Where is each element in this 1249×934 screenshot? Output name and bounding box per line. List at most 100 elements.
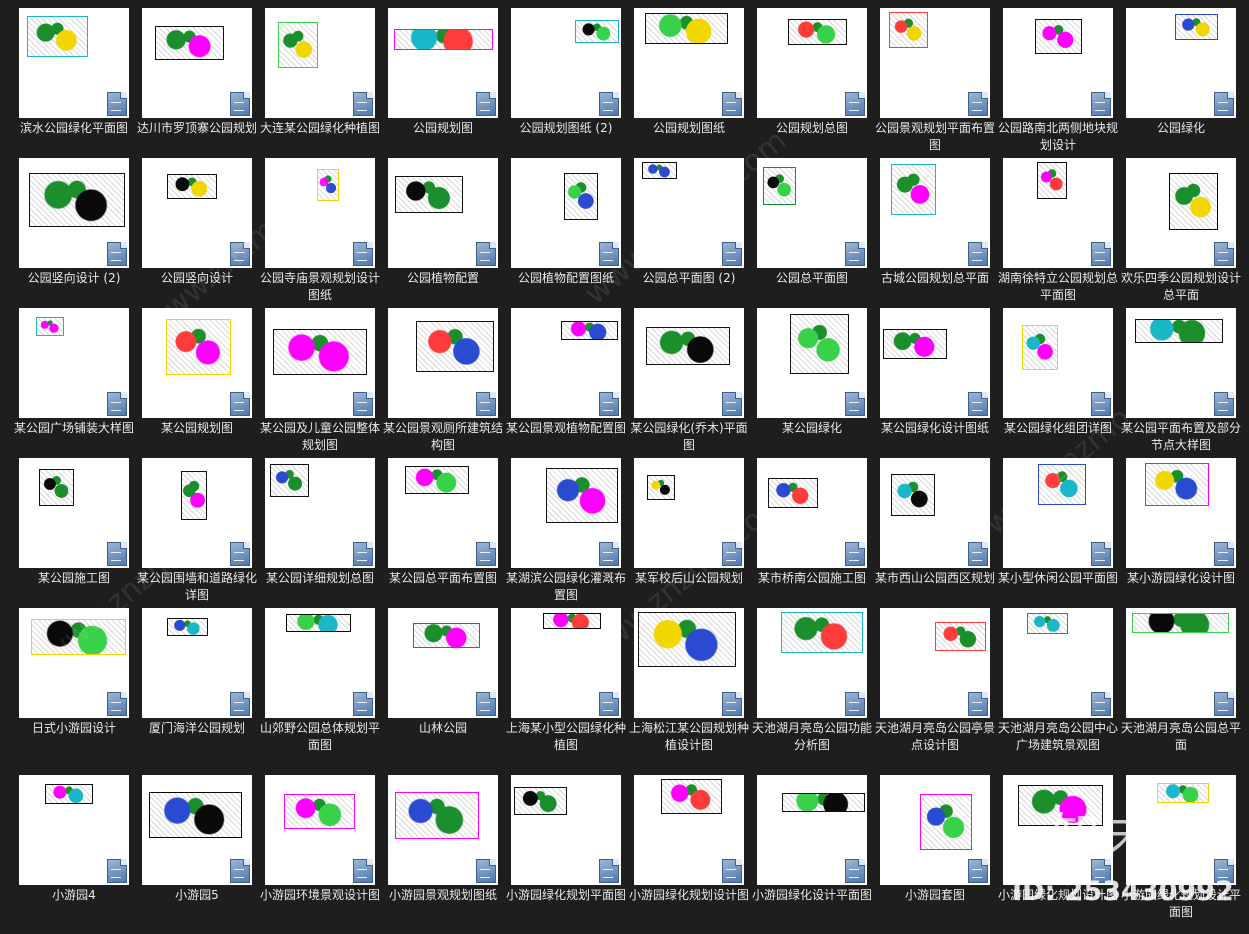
file-thumbnail [1003, 308, 1113, 418]
cad-drawing-preview [405, 466, 469, 494]
cad-file-icon [599, 542, 619, 566]
cad-file-icon [107, 859, 127, 883]
file-thumbnail [1003, 608, 1113, 718]
file-name-label: 公园规划图 [412, 121, 473, 135]
cad-file-icon [845, 392, 865, 416]
file-name-label: 某市桥南公园施工图 [757, 571, 866, 585]
file-thumbnail [388, 8, 498, 118]
file-name-label: 小游园环境景观设计图 [259, 888, 380, 902]
file-thumbnail [388, 308, 498, 418]
cad-drawing-preview [27, 16, 88, 57]
cad-file-icon [599, 692, 619, 716]
file-name-label: 小游园绿化设计平面图 [751, 888, 872, 902]
file-name-label: 公园路南北两侧地块规划设计 [997, 121, 1118, 152]
file-thumbnail [880, 8, 990, 118]
file-thumbnail [1126, 458, 1236, 568]
file-name-label: 上海某小型公园绿化种植图 [505, 721, 626, 752]
cad-drawing-preview [278, 22, 318, 68]
cad-drawing-preview [564, 173, 598, 220]
cad-file-icon [845, 692, 865, 716]
cad-file-icon [107, 542, 127, 566]
cad-drawing-preview [1175, 14, 1218, 40]
cad-file-icon [722, 392, 742, 416]
cad-file-icon [722, 92, 742, 116]
cad-drawing-preview [1157, 783, 1209, 803]
cad-file-icon [1214, 92, 1234, 116]
file-thumbnail [265, 608, 375, 718]
cad-drawing-preview [920, 794, 972, 850]
cad-drawing-preview [790, 314, 849, 374]
file-thumbnail [511, 308, 621, 418]
cad-file-icon [968, 542, 988, 566]
file-thumbnail [19, 608, 129, 718]
file-thumbnail [388, 608, 498, 718]
cad-file-icon [1091, 392, 1111, 416]
cad-file-icon [353, 392, 373, 416]
cad-file-icon [1091, 542, 1111, 566]
file-name-label: 天池湖月亮岛公园功能分析图 [751, 721, 872, 752]
file-thumbnail [1003, 158, 1113, 268]
cad-file-icon [845, 859, 865, 883]
file-name-label: 某公园绿化 [781, 421, 842, 435]
file-name-label: 某湖滨公园绿化灌溉布置图 [505, 571, 626, 602]
file-name-label: 某公园详细规划总图 [265, 571, 374, 585]
file-thumbnail [634, 458, 744, 568]
cad-drawing-preview [39, 469, 74, 506]
cad-drawing-preview [1038, 464, 1086, 505]
file-thumbnail [757, 158, 867, 268]
file-thumbnail [1126, 8, 1236, 118]
file-name-label: 某公园绿化组团详图 [1003, 421, 1112, 435]
cad-drawing-preview [514, 787, 567, 815]
file-thumbnail [634, 158, 744, 268]
file-name-label: 公园绿化 [1156, 121, 1205, 135]
cad-file-icon [230, 692, 250, 716]
cad-drawing-preview [1035, 19, 1082, 54]
cad-file-icon [1091, 92, 1111, 116]
file-thumbnail [880, 608, 990, 718]
file-thumbnail [880, 458, 990, 568]
file-thumbnail [142, 608, 252, 718]
cad-file-icon [476, 92, 496, 116]
cad-drawing-preview [167, 174, 217, 199]
cad-file-icon [353, 692, 373, 716]
cad-drawing-preview [286, 614, 351, 632]
file-thumbnail [757, 308, 867, 418]
cad-drawing-preview [546, 468, 618, 523]
cad-drawing-preview [270, 464, 309, 497]
cad-file-icon [107, 242, 127, 266]
cad-drawing-preview [36, 317, 64, 336]
file-name-label: 小游园绿化规划设计图 [628, 888, 749, 902]
file-name-label: 公园植物配置图纸 [517, 271, 614, 285]
file-name-label: 某公园及儿童公园整体规划图 [259, 421, 380, 452]
file-thumbnail [511, 608, 621, 718]
file-name-label: 山郊野公园总体规划平面图 [259, 721, 380, 752]
cad-file-icon [599, 859, 619, 883]
cad-drawing-preview [781, 612, 863, 653]
file-name-label: 天池湖月亮岛公园亭景点设计图 [874, 721, 995, 752]
cad-drawing-preview [166, 319, 231, 375]
cad-file-icon [230, 392, 250, 416]
file-name-label: 公园规划图纸 [652, 121, 725, 135]
cad-file-icon [353, 859, 373, 883]
cad-file-icon [722, 542, 742, 566]
file-thumbnail [511, 158, 621, 268]
cad-file-icon [107, 692, 127, 716]
cad-drawing-preview [647, 475, 675, 500]
cad-file-icon [353, 542, 373, 566]
file-name-label: 小游园5 [175, 888, 219, 902]
cad-drawing-preview [1037, 162, 1067, 199]
cad-drawing-preview [416, 321, 494, 372]
cad-file-icon [1214, 242, 1234, 266]
file-name-label: 公园景观规划平面布置图 [874, 121, 995, 152]
cad-file-icon [230, 242, 250, 266]
file-name-label: 某小型休闲公园平面图 [997, 571, 1118, 585]
file-name-label: 山林公园 [418, 721, 467, 735]
cad-file-icon [1214, 859, 1234, 883]
cad-file-icon [968, 859, 988, 883]
file-thumbnail [265, 775, 375, 885]
cad-drawing-preview [317, 169, 339, 201]
file-name-label: 某公园绿化(乔木)平面图 [630, 421, 748, 452]
file-thumbnail [19, 308, 129, 418]
cad-file-icon [476, 542, 496, 566]
file-name-label: 天池湖月亮岛公园总平面 [1120, 721, 1241, 752]
